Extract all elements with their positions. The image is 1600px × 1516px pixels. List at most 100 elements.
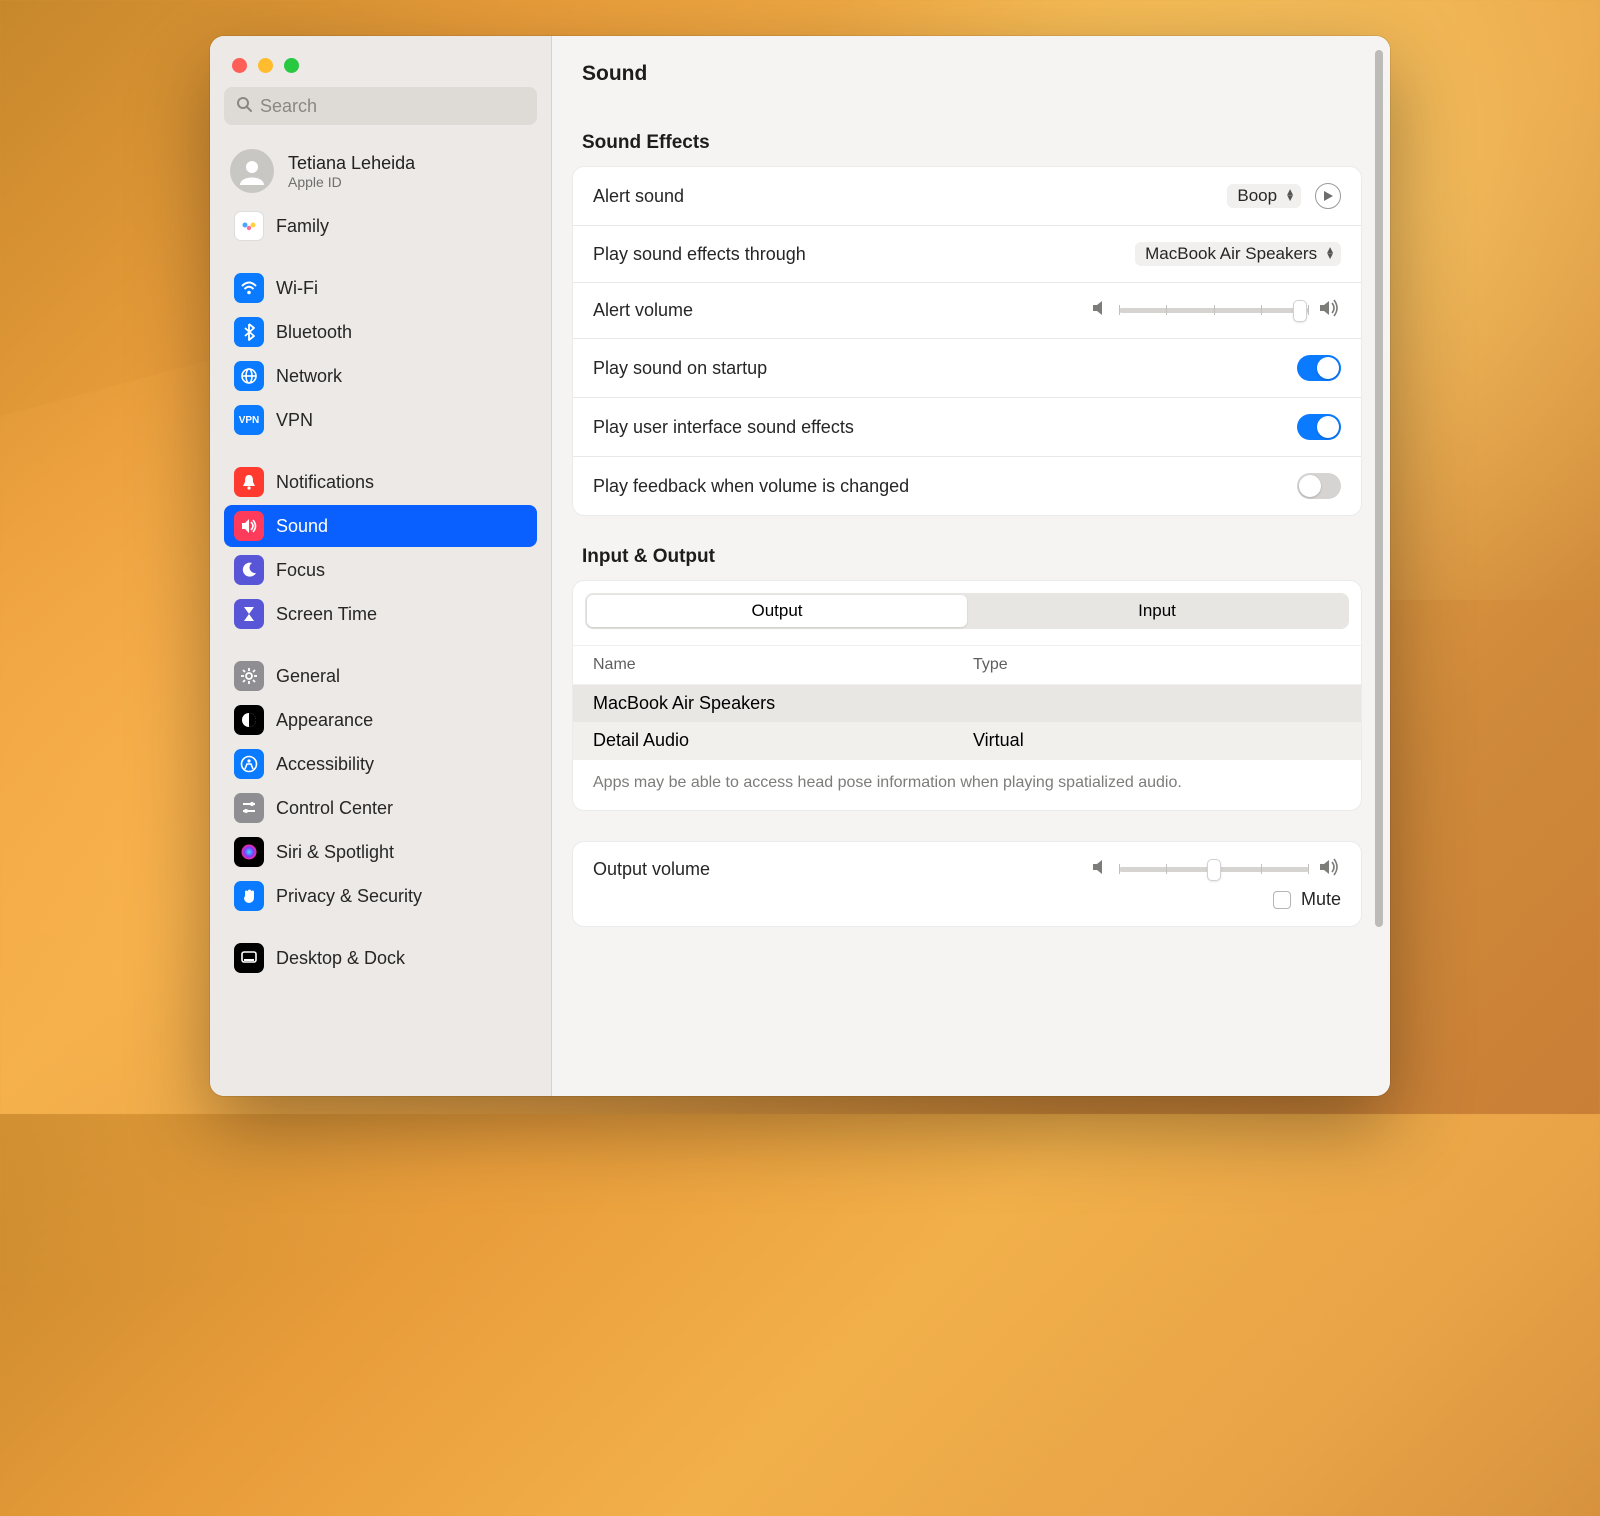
sidebar-item-label: Privacy & Security — [276, 886, 422, 907]
sidebar-item-bluetooth[interactable]: Bluetooth — [224, 311, 537, 353]
sidebar-item-siri-spotlight[interactable]: Siri & Spotlight — [224, 831, 537, 873]
👨‍👩‍👧-icon — [234, 211, 264, 241]
content-scroll[interactable]: Sound Sound Effects Alert sound Boop ▲▼ — [552, 36, 1390, 1096]
sliders-icon — [234, 793, 264, 823]
sidebar-item-label: Accessibility — [276, 754, 374, 775]
section-title-effects: Sound Effects — [552, 132, 1384, 166]
sidebar-item-notifications[interactable]: Notifications — [224, 461, 537, 503]
row-feedback: Play feedback when volume is changed — [573, 457, 1361, 515]
sidebar-item-vpn[interactable]: VPNVPN — [224, 399, 537, 441]
alert-sound-select[interactable]: Boop ▲▼ — [1227, 184, 1301, 208]
device-type: Virtual — [973, 730, 1024, 751]
io-segmented: Output Input — [585, 593, 1349, 629]
page-title: Sound — [582, 62, 1354, 86]
row-alert-sound: Alert sound Boop ▲▼ — [573, 167, 1361, 226]
gear-icon — [234, 661, 264, 691]
sidebar-item-label: Siri & Spotlight — [276, 842, 394, 863]
avatar-icon — [230, 149, 274, 193]
card-sound-effects: Alert sound Boop ▲▼ Play sound effects t… — [572, 166, 1362, 516]
wifi-icon — [234, 273, 264, 303]
device-name: MacBook Air Speakers — [593, 693, 973, 714]
account-text: Tetiana Leheida Apple ID — [288, 153, 415, 190]
sidebar: Tetiana Leheida Apple ID Family Wi-Fi Blue… — [210, 36, 552, 1096]
bell-icon — [234, 467, 264, 497]
alert-sound-value: Boop — [1237, 186, 1277, 206]
moon-icon — [234, 555, 264, 585]
card-output-volume: Output volume — [572, 841, 1362, 927]
hourglass-icon — [234, 599, 264, 629]
row-startup-sound: Play sound on startup — [573, 339, 1361, 398]
sidebar-item-label: Sound — [276, 516, 328, 537]
sidebar-item-accessibility[interactable]: Accessibility — [224, 743, 537, 785]
device-name: Detail Audio — [593, 730, 973, 751]
search-wrap — [210, 87, 551, 137]
sidebar-item-sound[interactable]: Sound — [224, 505, 537, 547]
segment-output[interactable]: Output — [587, 595, 967, 627]
row-play-through: Play sound effects through MacBook Air S… — [573, 226, 1361, 283]
play-alert-button[interactable] — [1315, 183, 1341, 209]
close-window-button[interactable] — [232, 58, 247, 73]
sidebar-item-label: Family — [276, 216, 329, 237]
sidebar-item-control-center[interactable]: Control Center — [224, 787, 537, 829]
siri-icon — [234, 837, 264, 867]
feedback-toggle[interactable] — [1297, 473, 1341, 499]
sidebar-item-focus[interactable]: Focus — [224, 549, 537, 591]
vpn-icon: VPN — [234, 405, 264, 435]
device-row[interactable]: MacBook Air Speakers — [573, 685, 1361, 722]
search-icon — [236, 96, 252, 117]
search-input[interactable] — [260, 96, 525, 117]
row-label: Output volume — [593, 859, 710, 880]
startup-sound-toggle[interactable] — [1297, 355, 1341, 381]
alert-volume-slider[interactable] — [1091, 299, 1341, 322]
col-name: Name — [593, 656, 973, 674]
sidebar-item-screen-time[interactable]: Screen Time — [224, 593, 537, 635]
sidebar-item-appearance[interactable]: Appearance — [224, 699, 537, 741]
output-volume-slider[interactable] — [1091, 858, 1341, 881]
io-table-header: Name Type — [573, 645, 1361, 685]
device-row[interactable]: Detail AudioVirtual — [573, 722, 1361, 759]
row-label: Alert sound — [593, 186, 684, 207]
speaker-low-icon — [1091, 299, 1109, 322]
sidebar-item-label: Notifications — [276, 472, 374, 493]
settings-window: Tetiana Leheida Apple ID Family Wi-Fi Blue… — [210, 36, 1390, 1096]
col-type: Type — [973, 656, 1008, 674]
dock-icon — [234, 943, 264, 973]
row-label: Play sound effects through — [593, 244, 806, 265]
sidebar-item-privacy-security[interactable]: Privacy & Security — [224, 875, 537, 917]
content: Sound Sound Effects Alert sound Boop ▲▼ — [552, 36, 1390, 1096]
sidebar-item-general[interactable]: General — [224, 655, 537, 697]
io-table-body: MacBook Air Speakers Detail AudioVirtual — [573, 685, 1361, 759]
sidebar-item-network[interactable]: Network — [224, 355, 537, 397]
sidebar-item-desktop-dock[interactable]: Desktop & Dock — [224, 937, 537, 979]
row-alert-volume: Alert volume — [573, 283, 1361, 339]
sidebar-item-account[interactable]: Tetiana Leheida Apple ID — [210, 137, 551, 201]
row-label: Play user interface sound effects — [593, 417, 854, 438]
sidebar-item-label: Wi-Fi — [276, 278, 318, 299]
account-name: Tetiana Leheida — [288, 153, 415, 174]
row-ui-sound-effects: Play user interface sound effects — [573, 398, 1361, 457]
row-label: Play feedback when volume is changed — [593, 476, 909, 497]
sidebar-item-label: Bluetooth — [276, 322, 352, 343]
zoom-window-button[interactable] — [284, 58, 299, 73]
mute-checkbox[interactable] — [1273, 891, 1291, 909]
play-through-select[interactable]: MacBook Air Speakers ▲▼ — [1135, 242, 1341, 266]
play-through-value: MacBook Air Speakers — [1145, 244, 1317, 264]
ui-sound-effects-toggle[interactable] — [1297, 414, 1341, 440]
scrollbar[interactable] — [1374, 50, 1384, 1082]
section-title-io: Input & Output — [552, 546, 1384, 580]
hand-icon — [234, 881, 264, 911]
segment-input[interactable]: Input — [967, 595, 1347, 627]
mute-label: Mute — [1301, 889, 1341, 910]
minimize-window-button[interactable] — [258, 58, 273, 73]
row-label: Play sound on startup — [593, 358, 767, 379]
sidebar-item-label: Focus — [276, 560, 325, 581]
row-mute: Mute — [573, 889, 1361, 926]
sidebar-item-label: Appearance — [276, 710, 373, 731]
account-sub: Apple ID — [288, 174, 415, 190]
sidebar-item-wi-fi[interactable]: Wi-Fi — [224, 267, 537, 309]
sidebar-item-label: Screen Time — [276, 604, 377, 625]
page-header: Sound — [552, 36, 1384, 132]
sidebar-item-family[interactable]: Family — [224, 205, 537, 247]
search-field[interactable] — [224, 87, 537, 125]
card-io: Output Input Name Type MacBook Air Speak… — [572, 580, 1362, 811]
